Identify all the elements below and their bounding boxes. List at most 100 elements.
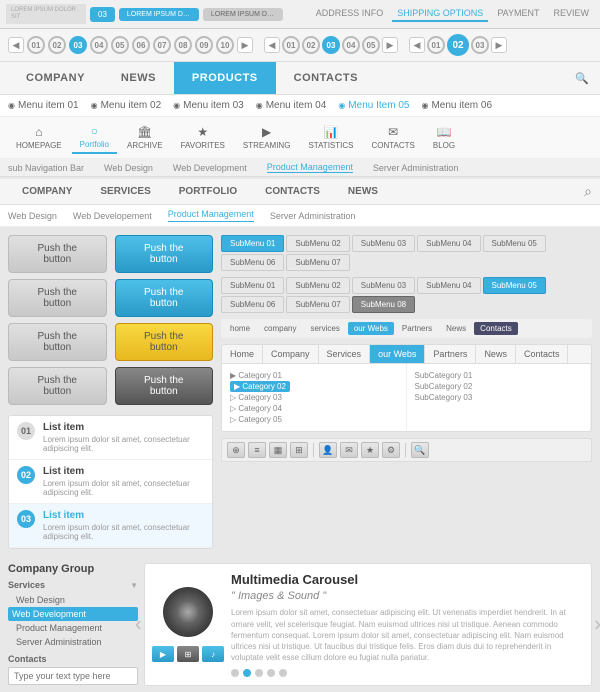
subnav-homepage[interactable]: ⌂ HOMEPAGE bbox=[8, 122, 70, 153]
subnav-blog[interactable]: 📖 BLOG bbox=[425, 122, 463, 153]
subnav-archive[interactable]: 🏛 ARCHIVE bbox=[119, 122, 171, 153]
carousel-next-arrow[interactable]: › bbox=[594, 613, 600, 636]
mega-subcat-3[interactable]: SubCategory 03 bbox=[415, 392, 583, 403]
push-button-yellow[interactable]: Push the button bbox=[115, 323, 214, 361]
tab-submenu-1-5[interactable]: SubMenu 05 bbox=[483, 235, 546, 252]
toolbar-btn-5[interactable]: 👤 bbox=[319, 442, 337, 458]
push-button-dark[interactable]: Push the button bbox=[115, 367, 214, 405]
list-item-2[interactable]: 02 List item Lorem ipsum dolor sit amet,… bbox=[9, 460, 212, 504]
second-nav-company[interactable]: COMPANY bbox=[8, 179, 86, 204]
mega-subcat-1[interactable]: SubCategory 01 bbox=[415, 370, 583, 381]
small-nav-news[interactable]: News bbox=[440, 322, 472, 335]
step2-5[interactable]: 05 bbox=[362, 36, 380, 54]
nav-shipping[interactable]: SHIPPING OPTIONS bbox=[392, 6, 488, 22]
tab-lorem1[interactable]: LOREM IPSUM DOLOR SIT bbox=[119, 8, 199, 21]
tab-submenu-1-1[interactable]: SubMenu 01 bbox=[221, 235, 284, 252]
tab-submenu-1-7[interactable]: SubMenu 07 bbox=[286, 254, 349, 271]
menu-item-3[interactable]: Menu item 03 bbox=[173, 100, 244, 111]
mm-icon-3[interactable]: ♪ bbox=[202, 646, 224, 662]
push-button-gray-4[interactable]: Push the button bbox=[8, 367, 107, 405]
next-arrow[interactable]: ▶ bbox=[237, 37, 253, 53]
subnav-streaming[interactable]: ▶ STREAMING bbox=[235, 122, 299, 153]
menu-item-4[interactable]: Menu item 04 bbox=[256, 100, 327, 111]
tab-submenu-1-2[interactable]: SubMenu 02 bbox=[286, 235, 349, 252]
prev-arrow-2[interactable]: ◀ bbox=[264, 37, 280, 53]
toolbar-btn-2[interactable]: ≡ bbox=[248, 442, 266, 458]
step-3[interactable]: 03 bbox=[69, 36, 87, 54]
step-1[interactable]: 01 bbox=[27, 36, 45, 54]
second-subbar-1[interactable]: Web Design bbox=[8, 211, 57, 221]
nav-address[interactable]: ADDRESS INFO bbox=[311, 6, 389, 22]
dot-3[interactable] bbox=[255, 669, 263, 677]
tab-submenu-2-4[interactable]: SubMenu 04 bbox=[417, 277, 480, 294]
active-tab[interactable]: 03 bbox=[90, 7, 115, 22]
service-server-admin[interactable]: Server Administration bbox=[8, 635, 138, 649]
mega-top-ourwebs[interactable]: our Webs bbox=[370, 345, 425, 363]
prev-arrow[interactable]: ◀ bbox=[8, 37, 24, 53]
subbar-3[interactable]: Web Development bbox=[173, 163, 247, 173]
mega-top-contacts[interactable]: Contacts bbox=[516, 345, 569, 363]
toolbar-btn-7[interactable]: ★ bbox=[361, 442, 379, 458]
small-nav-company[interactable]: company bbox=[258, 322, 302, 335]
step-5[interactable]: 05 bbox=[111, 36, 129, 54]
tab-submenu-2-3[interactable]: SubMenu 03 bbox=[352, 277, 415, 294]
tab-submenu-1-4[interactable]: SubMenu 04 bbox=[417, 235, 480, 252]
mega-cat-5[interactable]: ▷ Category 05 bbox=[230, 414, 398, 425]
mega-top-home[interactable]: Home bbox=[222, 345, 263, 363]
mega-cat-2[interactable]: ▶ Category 02 bbox=[230, 381, 398, 392]
toolbar-btn-3[interactable]: ▦ bbox=[269, 442, 287, 458]
second-nav-portfolio[interactable]: PORTFOLIO bbox=[165, 179, 251, 204]
mega-top-services[interactable]: Services bbox=[319, 345, 371, 363]
nav-news[interactable]: NEWS bbox=[103, 62, 174, 94]
menu-item-1[interactable]: Menu item 01 bbox=[8, 100, 79, 111]
small-nav-home[interactable]: home bbox=[224, 322, 256, 335]
next-arrow-2[interactable]: ▶ bbox=[382, 37, 398, 53]
toolbar-btn-8[interactable]: ⚙ bbox=[382, 442, 400, 458]
mega-top-news[interactable]: News bbox=[476, 345, 516, 363]
step2-3[interactable]: 03 bbox=[322, 36, 340, 54]
step2-4[interactable]: 04 bbox=[342, 36, 360, 54]
carousel-prev-arrow[interactable]: ‹ bbox=[135, 613, 142, 636]
menu-item-6[interactable]: Menu item 06 bbox=[421, 100, 492, 111]
push-button-gray-3[interactable]: Push the button bbox=[8, 323, 107, 361]
second-subbar-3[interactable]: Product Management bbox=[168, 209, 254, 222]
step3-2[interactable]: 02 bbox=[447, 34, 469, 56]
second-nav-contacts[interactable]: CONTACTS bbox=[251, 179, 334, 204]
step-9[interactable]: 09 bbox=[195, 36, 213, 54]
push-button-gray-2[interactable]: Push the button bbox=[8, 279, 107, 317]
mega-cat-2-label[interactable]: ▶ Category 02 bbox=[230, 381, 290, 392]
tab-submenu-2-5[interactable]: SubMenu 05 bbox=[483, 277, 546, 294]
small-nav-services[interactable]: services bbox=[304, 322, 345, 335]
push-button-blue-2[interactable]: Push the button bbox=[115, 279, 214, 317]
mega-cat-4[interactable]: ▷ Category 04 bbox=[230, 403, 398, 414]
tab-submenu-2-6[interactable]: SubMenu 06 bbox=[221, 296, 284, 313]
subnav-contacts[interactable]: ✉ CONTACTS bbox=[363, 122, 422, 153]
step-2[interactable]: 02 bbox=[48, 36, 66, 54]
subnav-favorites[interactable]: ★ FAVORITES bbox=[173, 122, 233, 153]
second-subbar-4[interactable]: Server Administration bbox=[270, 211, 356, 221]
step-10[interactable]: 10 bbox=[216, 36, 234, 54]
tab-submenu-2-8[interactable]: SubMenu 08 bbox=[352, 296, 415, 313]
mega-cat-3[interactable]: ▷ Category 03 bbox=[230, 392, 398, 403]
subnav-statistics[interactable]: 📊 STATISTICS bbox=[300, 122, 361, 153]
tab-submenu-2-2[interactable]: SubMenu 02 bbox=[286, 277, 349, 294]
prev-arrow-3[interactable]: ◀ bbox=[409, 37, 425, 53]
list-item-1[interactable]: 01 List item Lorem ipsum dolor sit amet,… bbox=[9, 416, 212, 460]
toolbar-btn-9[interactable]: 🔍 bbox=[411, 442, 429, 458]
step-6[interactable]: 06 bbox=[132, 36, 150, 54]
search-icon-2[interactable]: ⌕ bbox=[584, 183, 592, 200]
mega-top-company[interactable]: Company bbox=[263, 345, 319, 363]
subbar-4[interactable]: Product Management bbox=[267, 162, 353, 173]
tab-lorem2[interactable]: LOREM IPSUM DOLOR SIT bbox=[203, 8, 283, 21]
service-product-mgmt[interactable]: Product Management bbox=[8, 621, 138, 635]
step2-2[interactable]: 02 bbox=[302, 36, 320, 54]
step3-3[interactable]: 03 bbox=[471, 36, 489, 54]
search-icon[interactable]: 🔍 bbox=[572, 68, 592, 88]
menu-item-2[interactable]: Menu item 02 bbox=[91, 100, 162, 111]
tab-submenu-2-1[interactable]: SubMenu 01 bbox=[221, 277, 284, 294]
nav-payment[interactable]: PAYMENT bbox=[492, 6, 544, 22]
step-8[interactable]: 08 bbox=[174, 36, 192, 54]
step3-1[interactable]: 01 bbox=[427, 36, 445, 54]
list-item-3[interactable]: 03 List item Lorem ipsum dolor sit amet,… bbox=[9, 504, 212, 548]
tab-submenu-2-7[interactable]: SubMenu 07 bbox=[286, 296, 349, 313]
